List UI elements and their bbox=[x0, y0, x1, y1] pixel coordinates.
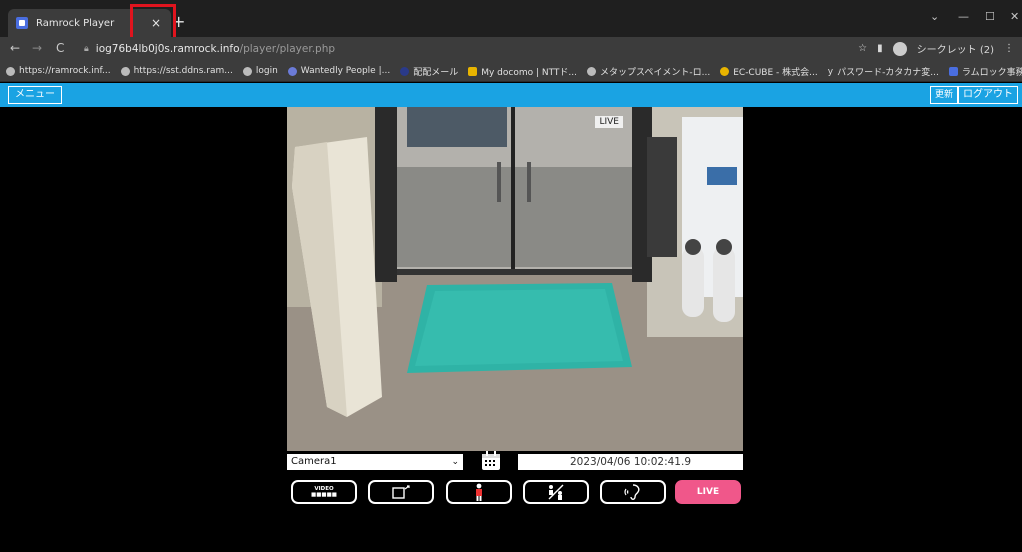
ramrock-icon bbox=[948, 66, 958, 76]
snapshot-button[interactable] bbox=[368, 480, 434, 504]
datetime-display[interactable]: 2023/04/06 10:02:41.9 bbox=[518, 454, 743, 470]
split-person-icon bbox=[548, 484, 564, 500]
browser-toolbar: ← → C 🔒︎ iog76b4lb0j0s.ramrock.info /pla… bbox=[0, 37, 1022, 61]
bookmark-item[interactable]: https://sst.ddns.ram... bbox=[120, 66, 233, 76]
app-header: メニュー 更新 ログアウト bbox=[0, 83, 1022, 107]
person-icon bbox=[476, 483, 482, 501]
reload-icon[interactable]: C bbox=[56, 41, 64, 55]
minimize-icon[interactable]: — bbox=[958, 10, 969, 23]
video-button[interactable]: VIDEO ■■■■■ bbox=[291, 480, 357, 504]
eccube-icon bbox=[720, 66, 730, 76]
camera-select[interactable]: Camera1 ⌄ bbox=[287, 454, 463, 470]
ramrock-favicon-icon bbox=[16, 17, 28, 29]
yahoo-icon: y bbox=[827, 66, 834, 77]
incognito-label[interactable]: シークレット (2) bbox=[917, 41, 994, 56]
address-bar[interactable]: 🔒︎ iog76b4lb0j0s.ramrock.info /player/pl… bbox=[84, 40, 874, 58]
maximize-icon[interactable]: ☐ bbox=[985, 10, 995, 23]
audio-button[interactable] bbox=[600, 480, 666, 504]
globe-icon bbox=[120, 66, 130, 76]
docomo-icon bbox=[468, 66, 478, 76]
wantedly-icon bbox=[287, 66, 297, 76]
more-menu-icon[interactable]: ⋮ bbox=[1004, 43, 1014, 54]
calendar-icon[interactable] bbox=[481, 451, 501, 471]
globe-icon bbox=[242, 66, 252, 76]
forward-icon[interactable]: → bbox=[32, 41, 42, 55]
lock-icon: 🔒︎ bbox=[84, 44, 89, 54]
snapshot-icon bbox=[392, 485, 410, 499]
camera-select-value: Camera1 bbox=[291, 456, 337, 467]
bookmark-item[interactable]: Wantedly People |... bbox=[287, 66, 390, 76]
bookmark-item[interactable]: y パスワード-カタカナ変... bbox=[828, 65, 939, 78]
person-detection-button[interactable] bbox=[446, 480, 512, 504]
bookmark-item[interactable]: https://ramrock.inf... bbox=[6, 66, 111, 76]
window-close-icon[interactable]: ✕ bbox=[1010, 10, 1019, 23]
globe-icon bbox=[587, 66, 597, 76]
tab-search-icon[interactable]: ⌄ bbox=[930, 10, 939, 23]
back-icon[interactable]: ← bbox=[10, 41, 20, 55]
refresh-button[interactable]: 更新 bbox=[929, 86, 958, 104]
menu-button[interactable]: メニュー bbox=[8, 86, 62, 104]
chevron-down-icon: ⌄ bbox=[451, 457, 459, 467]
sidepanel-icon[interactable]: ▮ bbox=[877, 43, 883, 54]
ear-icon bbox=[624, 484, 640, 500]
camera-video[interactable]: LIVE bbox=[287, 107, 743, 451]
bookmark-item[interactable]: My docomo | NTTド... bbox=[468, 65, 577, 78]
bookmark-item[interactable]: メタップスペイメント-ロ... bbox=[587, 65, 710, 78]
bookmarks-bar: https://ramrock.inf... https://sst.ddns.… bbox=[0, 61, 1022, 82]
live-overlay-label: LIVE bbox=[595, 116, 623, 128]
bookmark-item[interactable]: 配配メール bbox=[400, 65, 458, 78]
logout-button[interactable]: ログアウト bbox=[958, 86, 1018, 104]
url-host: iog76b4lb0j0s.ramrock.info bbox=[95, 43, 240, 55]
star-icon[interactable]: ☆ bbox=[858, 43, 867, 54]
live-button[interactable]: LIVE bbox=[675, 480, 741, 504]
camera-frame-image bbox=[287, 107, 743, 451]
bookmark-item[interactable]: login bbox=[242, 66, 278, 76]
video-button-sublabel: ■■■■■ bbox=[311, 492, 337, 498]
split-view-button[interactable] bbox=[523, 480, 589, 504]
incognito-avatar-icon[interactable] bbox=[892, 41, 907, 56]
player-button-row: VIDEO ■■■■■ LIVE bbox=[287, 480, 743, 504]
globe-icon bbox=[6, 66, 15, 76]
bookmark-item[interactable]: EC-CUBE - 株式会... bbox=[720, 65, 818, 78]
mail-icon bbox=[400, 66, 410, 76]
url-path: /player/player.php bbox=[239, 43, 336, 55]
bookmark-item[interactable]: ラムロック事務所 bbox=[948, 65, 1022, 78]
player-controls: Camera1 ⌄ 2023/04/06 10:02:41.9 bbox=[287, 451, 743, 471]
